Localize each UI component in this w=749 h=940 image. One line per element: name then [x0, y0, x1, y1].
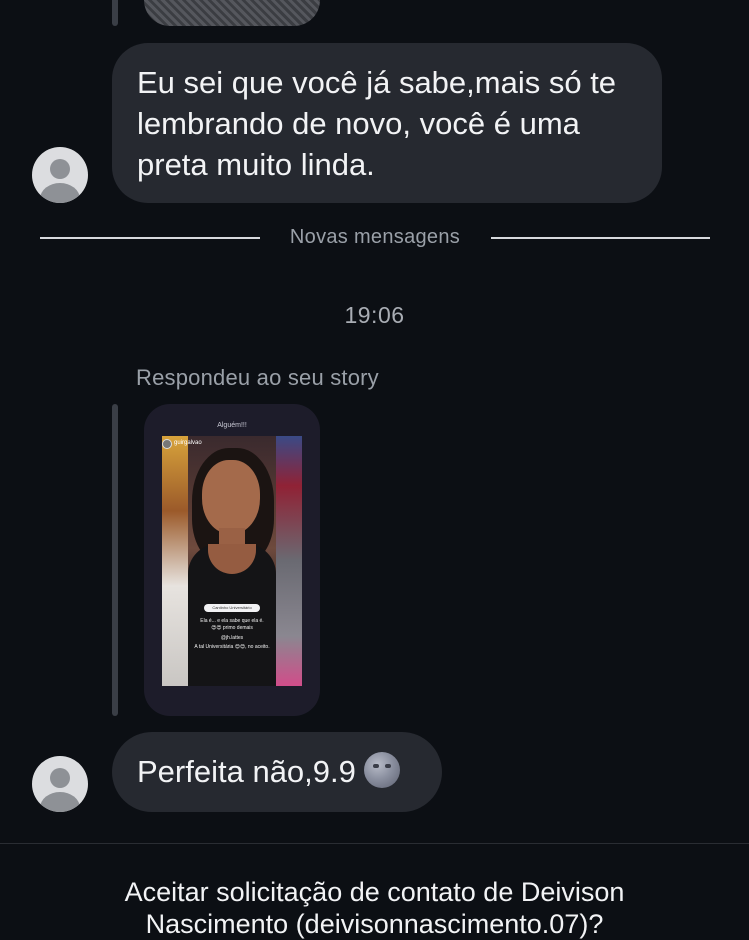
contact-request-prompt: Aceitar solicitação de contato de Deivis…: [0, 876, 749, 940]
reply-indicator-bar: [112, 404, 118, 716]
divider-line-left: [40, 237, 260, 239]
story-mention-text: @jh.lattes: [220, 635, 244, 641]
message-bubble[interactable]: Eu sei que você já sabe,mais só te lembr…: [112, 43, 662, 203]
new-moon-face-icon: [363, 752, 400, 788]
story-caption-text: 😍😍 primo demais: [211, 625, 253, 631]
avatar[interactable]: [32, 147, 88, 203]
avatar-body-icon: [40, 792, 80, 812]
avatar-body-icon: [40, 183, 80, 203]
story-location-text: Cantinho Universitário: [212, 605, 252, 610]
previous-story-thumbnail[interactable]: [144, 0, 320, 26]
story-username: guirgalvao: [174, 440, 202, 446]
story-image: Cantinho Universitário Ela é... e ela sa…: [162, 436, 302, 686]
message-text: Perfeita não,9.9: [137, 754, 356, 789]
message-text-line: Eu sei que você já sabe,mais só te: [137, 65, 617, 100]
story-user-avatar: [162, 439, 172, 449]
reply-indicator-bar: [112, 0, 118, 26]
contact-request-line: Aceitar solicitação de contato de Deivis…: [124, 877, 625, 907]
contact-request-line: Nascimento (deivisonnascimento.07)?: [145, 909, 604, 939]
story-header-text: Alguém!!!: [217, 422, 247, 429]
message-timestamp: 19:06: [344, 302, 405, 328]
avatar[interactable]: [32, 756, 88, 812]
message-text-line: preta muito linda.: [137, 147, 375, 182]
story-reply-caption: Respondeu ao seu story: [136, 365, 379, 390]
new-messages-label: Novas mensagens: [289, 226, 461, 248]
footer-separator: [0, 843, 749, 844]
message-text-line: lembrando de novo, você é uma: [137, 106, 580, 141]
story-caption-text: A tal Universitária 😍😍, no aceito.: [194, 644, 270, 650]
story-caption-text: Ela é... e ela sabe que ela é.: [200, 618, 264, 624]
message-bubble[interactable]: Perfeita não,9.9: [112, 732, 442, 812]
story-preview-card[interactable]: Alguém!!! Cantinho Universitário Ela é..…: [144, 404, 320, 716]
avatar-head-icon: [50, 768, 70, 788]
divider-line-right: [491, 237, 710, 239]
avatar-head-icon: [50, 159, 70, 179]
